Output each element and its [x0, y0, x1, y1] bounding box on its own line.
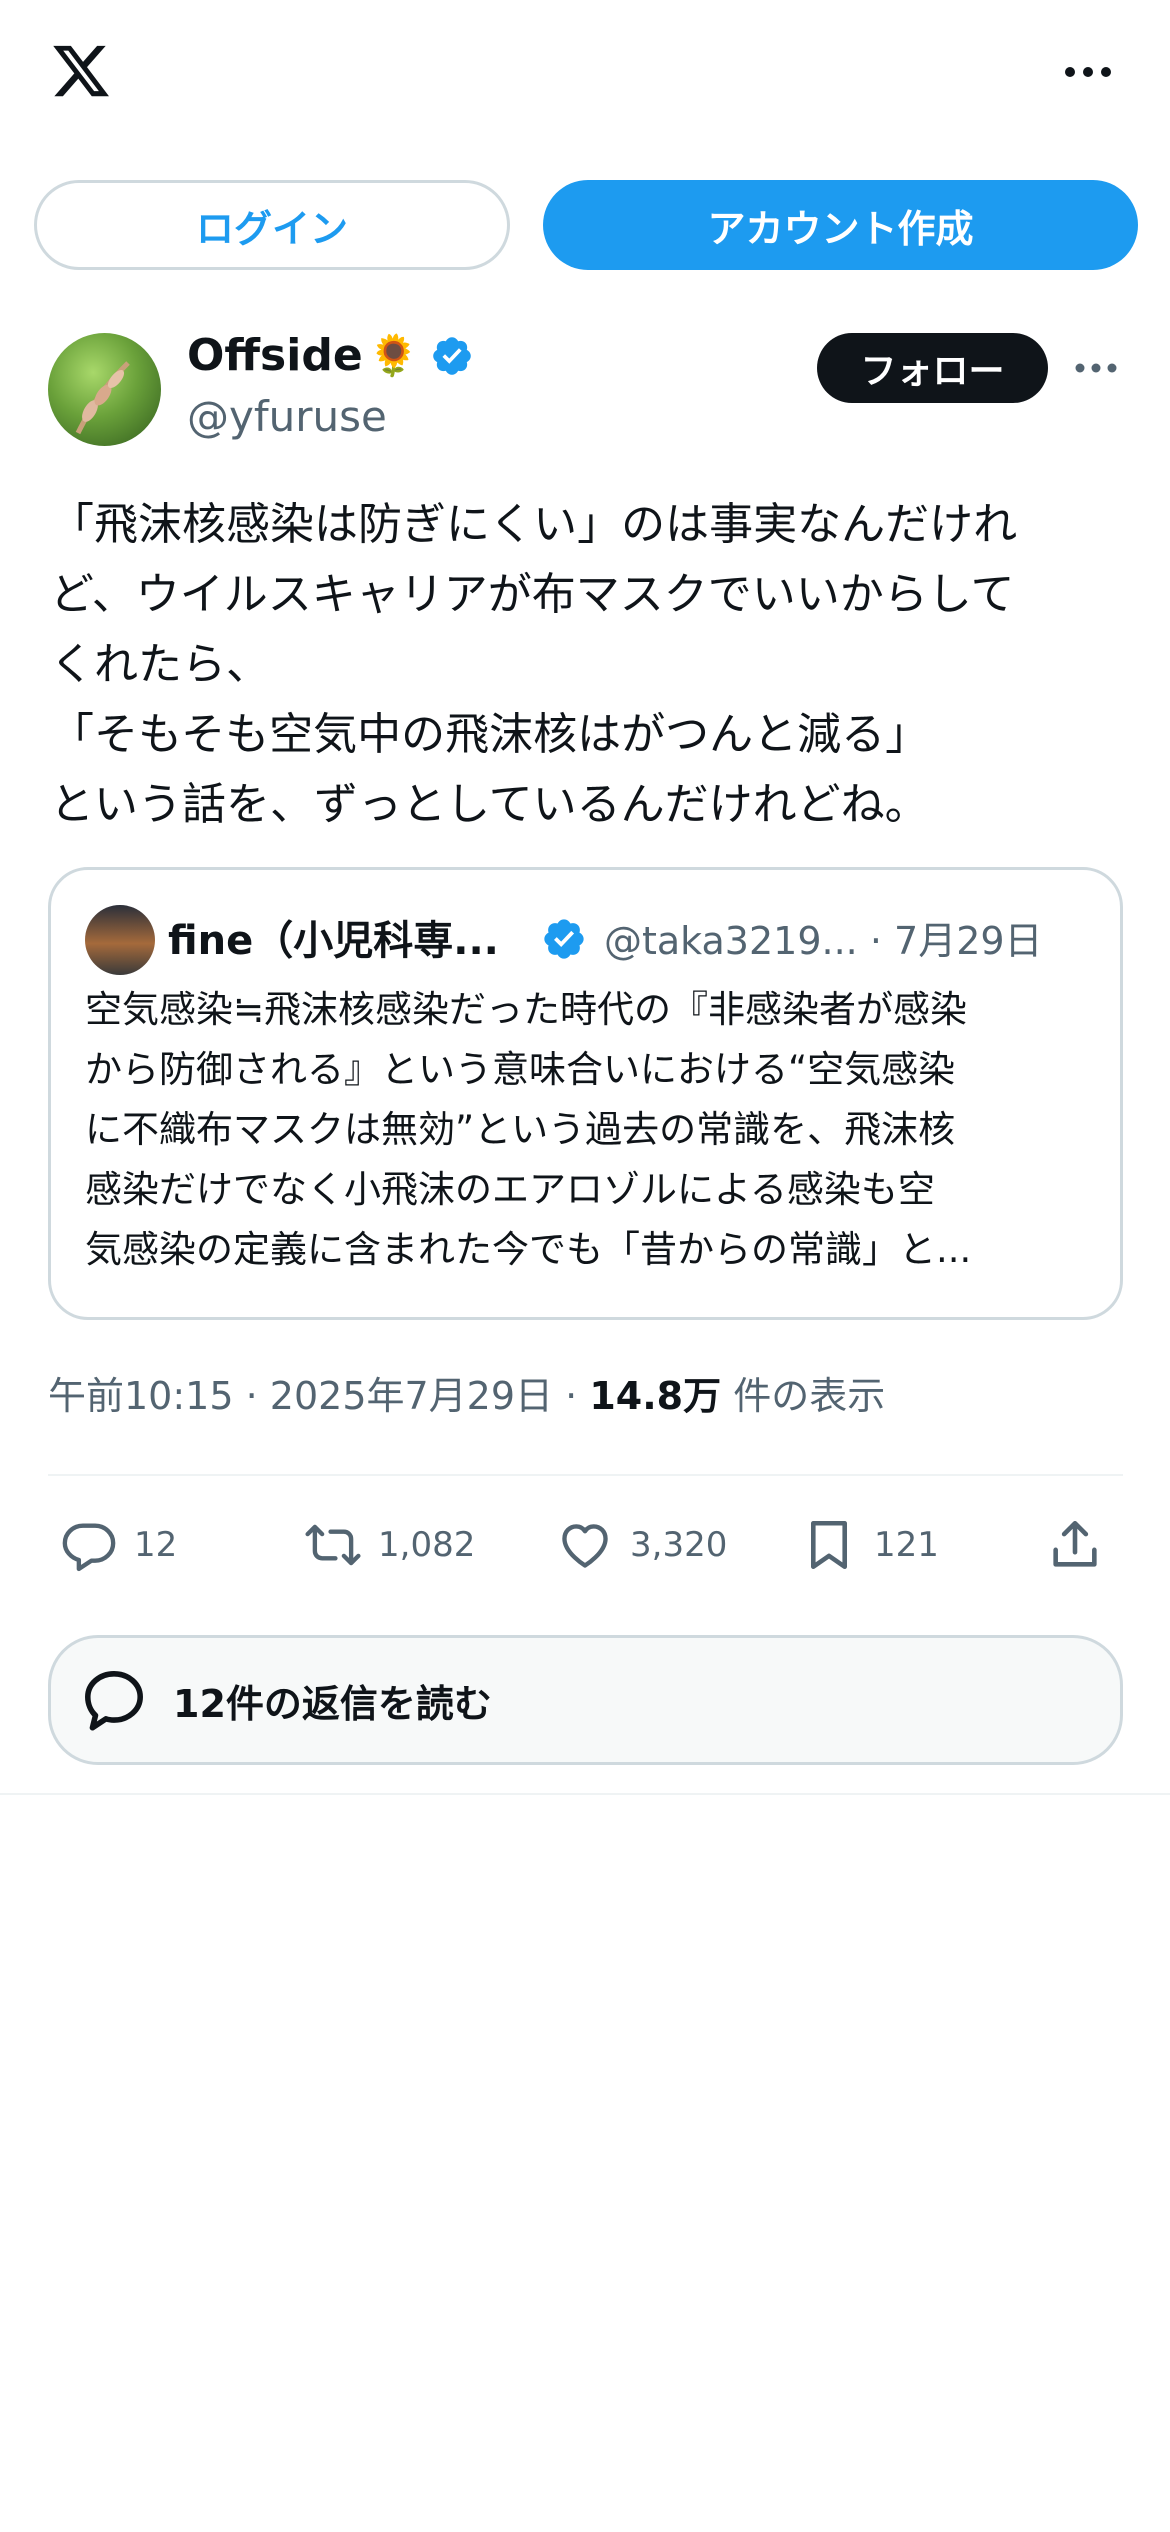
heart-icon [562, 1524, 608, 1568]
tweet-date[interactable]: 2025年7月29日 [270, 1374, 553, 1418]
read-replies-button[interactable]: 12件の返信を読む [48, 1635, 1123, 1765]
avatar-plant-image [75, 361, 130, 435]
author-handle[interactable]: @yfuruse [187, 392, 387, 441]
meta-separator: · [245, 1374, 258, 1418]
reply-count: 12 [134, 1525, 178, 1565]
verified-badge-icon [433, 336, 472, 375]
quoted-line: に不織布マスクは無効”という過去の常識を、飛沫核 [85, 1108, 956, 1151]
author-name[interactable]: Offside [187, 330, 363, 381]
quoted-date: · 7月29日 [869, 919, 1043, 963]
quoted-line: 感染だけでなく小飛沫のエアロゾルによる感染も空 [85, 1168, 935, 1211]
author-name-row[interactable]: Offside 🌻 [187, 330, 474, 381]
retweet-icon [305, 1524, 361, 1566]
tweet-page: ログイン アカウント作成 Offside 🌻 @yfuruse フォロー 「飛沫… [0, 0, 1170, 2532]
tweet-line: くれたら、 [50, 639, 270, 690]
share-button[interactable] [1046, 1510, 1120, 1580]
more-options-icon[interactable] [1072, 352, 1120, 384]
bookmark-button[interactable]: 121 [800, 1510, 939, 1580]
quoted-line: 空気感染≒飛沫核感染だった時代の『非感染者が感染 [85, 988, 968, 1031]
follow-button[interactable]: フォロー [817, 333, 1048, 403]
tweet-meta: 午前10:15 · 2025年7月29日 · 14.8万 件の表示 [48, 1365, 885, 1420]
speech-bubble-icon [85, 1671, 143, 1731]
tweet-line: という話を、ずっとしているんだけれどね。 [50, 779, 929, 830]
verified-badge-icon [544, 919, 584, 959]
like-button[interactable]: 3,320 [556, 1510, 727, 1580]
sunflower-emoji: 🌻 [368, 333, 419, 379]
quoted-handle-date: @taka3219... · 7月29日 [604, 910, 1043, 965]
retweet-button[interactable]: 1,082 [304, 1510, 475, 1580]
tweet-line: ど、ウイルスキャリアが布マスクでいいからして [50, 569, 1015, 620]
retweet-count: 1,082 [378, 1525, 476, 1565]
quoted-tweet[interactable]: fine（小児科専... @taka3219... · 7月29日 空気感染≒飛… [48, 867, 1123, 1320]
quoted-author-handle: @taka3219... [604, 919, 858, 963]
tweet-time[interactable]: 午前10:15 [48, 1374, 234, 1418]
divider [0, 1793, 1170, 1795]
like-count: 3,320 [630, 1525, 728, 1565]
read-replies-label: 12件の返信を読む [173, 1681, 492, 1726]
tweet-line: 「そもそも空気中の飛沫核はがつんと減る」 [50, 709, 930, 760]
views-label: 件の表示 [733, 1374, 886, 1418]
tweet-line: 「飛沫核感染は防ぎにくい」のは事実なんだけれ [50, 499, 1018, 550]
share-icon [1053, 1520, 1097, 1567]
signup-button[interactable]: アカウント作成 [543, 180, 1138, 270]
login-button[interactable]: ログイン [34, 180, 510, 270]
reply-icon [62, 1523, 116, 1572]
views-count: 14.8万 [589, 1374, 722, 1418]
bookmark-count: 121 [874, 1525, 939, 1565]
tweet-text: 「飛沫核感染は防ぎにくい」のは事実なんだけれ ど、ウイルスキャリアが布マスクでい… [50, 490, 1130, 840]
meta-separator: · [565, 1374, 578, 1418]
quoted-author-name: fine（小児科専... [168, 918, 499, 964]
quoted-line: から防御される』という意味合いにおける“空気感染 [85, 1048, 956, 1091]
bookmark-icon [810, 1520, 848, 1570]
reply-button[interactable]: 12 [60, 1510, 177, 1580]
quoted-line: 気感染の定義に含まれた今でも「昔からの常識」と... [85, 1228, 972, 1271]
quoted-text: 空気感染≒飛沫核感染だった時代の『非感染者が感染 から防御される』という意味合い… [85, 980, 1095, 1280]
quoted-author-avatar [85, 905, 155, 975]
divider [48, 1474, 1123, 1476]
x-logo-icon[interactable] [48, 40, 114, 102]
top-bar [0, 0, 1170, 150]
author-avatar[interactable] [48, 333, 161, 446]
more-options-icon[interactable] [1060, 52, 1116, 92]
